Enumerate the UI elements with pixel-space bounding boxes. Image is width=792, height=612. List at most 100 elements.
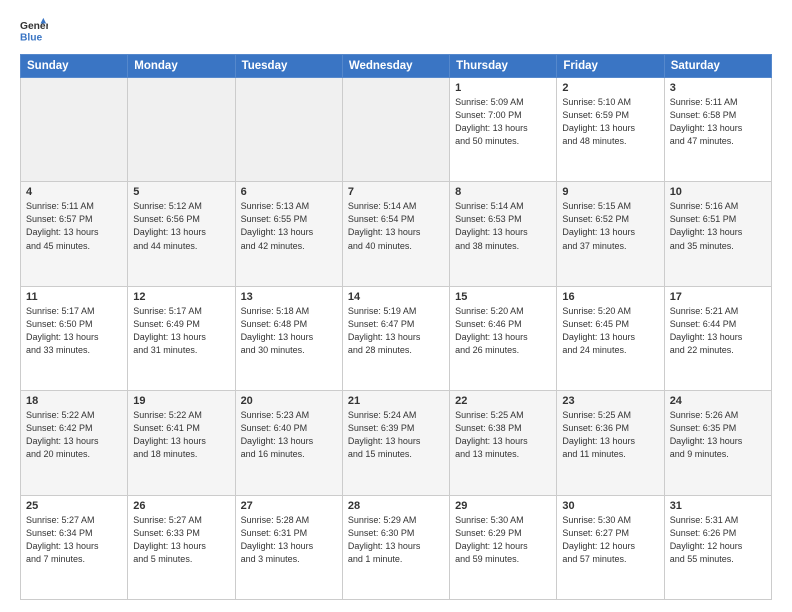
day-info: Sunrise: 5:11 AM Sunset: 6:57 PM Dayligh… bbox=[26, 200, 122, 252]
day-info: Sunrise: 5:10 AM Sunset: 6:59 PM Dayligh… bbox=[562, 96, 658, 148]
calendar-cell: 2 Sunrise: 5:10 AM Sunset: 6:59 PM Daylig… bbox=[557, 78, 664, 182]
day-info: Sunrise: 5:31 AM Sunset: 6:26 PM Dayligh… bbox=[670, 514, 766, 566]
day-number: 17 bbox=[670, 291, 766, 303]
calendar-cell: 26 Sunrise: 5:27 AM Sunset: 6:33 PM Dayli… bbox=[128, 495, 235, 599]
day-info: Sunrise: 5:15 AM Sunset: 6:52 PM Dayligh… bbox=[562, 200, 658, 252]
weekday-header-monday: Monday bbox=[128, 55, 235, 78]
day-info: Sunrise: 5:25 AM Sunset: 6:36 PM Dayligh… bbox=[562, 409, 658, 461]
day-info: Sunrise: 5:14 AM Sunset: 6:54 PM Dayligh… bbox=[348, 200, 444, 252]
day-number: 25 bbox=[26, 500, 122, 512]
calendar-cell: 16Sunrise: 5:20 AM Sunset: 6:45 PM Dayli… bbox=[557, 286, 664, 390]
calendar-cell bbox=[21, 78, 128, 182]
day-info: Sunrise: 5:18 AM Sunset: 6:48 PM Dayligh… bbox=[241, 305, 337, 357]
day-info: Sunrise: 5:27 AM Sunset: 6:34 PM Dayligh… bbox=[26, 514, 122, 566]
calendar-cell bbox=[342, 78, 449, 182]
calendar-week-2: 4 Sunrise: 5:11 AM Sunset: 6:57 PM Daylig… bbox=[21, 182, 772, 286]
logo-icon: General Blue bbox=[20, 16, 48, 44]
day-number: 16 bbox=[562, 291, 658, 303]
calendar-cell bbox=[128, 78, 235, 182]
day-number: 7 bbox=[348, 186, 444, 198]
day-info: Sunrise: 5:28 AM Sunset: 6:31 PM Dayligh… bbox=[241, 514, 337, 566]
day-number: 20 bbox=[241, 395, 337, 407]
day-info: Sunrise: 5:22 AM Sunset: 6:42 PM Dayligh… bbox=[26, 409, 122, 461]
calendar-cell: 3 Sunrise: 5:11 AM Sunset: 6:58 PM Daylig… bbox=[664, 78, 771, 182]
day-number: 6 bbox=[241, 186, 337, 198]
day-number: 13 bbox=[241, 291, 337, 303]
day-number: 22 bbox=[455, 395, 551, 407]
calendar-cell: 27 Sunrise: 5:28 AM Sunset: 6:31 PM Dayli… bbox=[235, 495, 342, 599]
day-info: Sunrise: 5:29 AM Sunset: 6:30 PM Dayligh… bbox=[348, 514, 444, 566]
day-number: 26 bbox=[133, 500, 229, 512]
calendar-week-4: 18 Sunrise: 5:22 AM Sunset: 6:42 PM Dayli… bbox=[21, 391, 772, 495]
day-number: 8 bbox=[455, 186, 551, 198]
day-number: 1 bbox=[455, 82, 551, 94]
calendar-table: SundayMondayTuesdayWednesdayThursdayFrid… bbox=[20, 54, 772, 600]
day-info: Sunrise: 5:17 AM Sunset: 6:49 PM Dayligh… bbox=[133, 305, 229, 357]
calendar-header-row: SundayMondayTuesdayWednesdayThursdayFrid… bbox=[21, 55, 772, 78]
calendar-cell: 22 Sunrise: 5:25 AM Sunset: 6:38 PM Dayli… bbox=[450, 391, 557, 495]
calendar-cell: 19 Sunrise: 5:22 AM Sunset: 6:41 PM Dayli… bbox=[128, 391, 235, 495]
day-number: 21 bbox=[348, 395, 444, 407]
calendar-cell: 7 Sunrise: 5:14 AM Sunset: 6:54 PM Daylig… bbox=[342, 182, 449, 286]
day-number: 3 bbox=[670, 82, 766, 94]
calendar-cell: 17 Sunrise: 5:21 AM Sunset: 6:44 PM Dayli… bbox=[664, 286, 771, 390]
day-info: Sunrise: 5:22 AM Sunset: 6:41 PM Dayligh… bbox=[133, 409, 229, 461]
calendar-cell: 28 Sunrise: 5:29 AM Sunset: 6:30 PM Dayli… bbox=[342, 495, 449, 599]
weekday-header-tuesday: Tuesday bbox=[235, 55, 342, 78]
calendar-cell: 20 Sunrise: 5:23 AM Sunset: 6:40 PM Dayli… bbox=[235, 391, 342, 495]
calendar-week-1: 1 Sunrise: 5:09 AM Sunset: 7:00 PM Daylig… bbox=[21, 78, 772, 182]
day-number: 2 bbox=[562, 82, 658, 94]
calendar-cell: 25 Sunrise: 5:27 AM Sunset: 6:34 PM Dayli… bbox=[21, 495, 128, 599]
day-number: 9 bbox=[562, 186, 658, 198]
calendar-cell: 8 Sunrise: 5:14 AM Sunset: 6:53 PM Daylig… bbox=[450, 182, 557, 286]
day-number: 27 bbox=[241, 500, 337, 512]
calendar-cell: 10 Sunrise: 5:16 AM Sunset: 6:51 PM Dayli… bbox=[664, 182, 771, 286]
calendar-cell: 13 Sunrise: 5:18 AM Sunset: 6:48 PM Dayli… bbox=[235, 286, 342, 390]
day-number: 19 bbox=[133, 395, 229, 407]
calendar-week-3: 11Sunrise: 5:17 AM Sunset: 6:50 PM Dayli… bbox=[21, 286, 772, 390]
calendar-week-5: 25 Sunrise: 5:27 AM Sunset: 6:34 PM Dayli… bbox=[21, 495, 772, 599]
day-info: Sunrise: 5:16 AM Sunset: 6:51 PM Dayligh… bbox=[670, 200, 766, 252]
weekday-header-thursday: Thursday bbox=[450, 55, 557, 78]
day-info: Sunrise: 5:09 AM Sunset: 7:00 PM Dayligh… bbox=[455, 96, 551, 148]
calendar-cell: 5Sunrise: 5:12 AM Sunset: 6:56 PM Daylig… bbox=[128, 182, 235, 286]
day-number: 31 bbox=[670, 500, 766, 512]
calendar-cell: 12 Sunrise: 5:17 AM Sunset: 6:49 PM Dayli… bbox=[128, 286, 235, 390]
day-info: Sunrise: 5:25 AM Sunset: 6:38 PM Dayligh… bbox=[455, 409, 551, 461]
calendar-cell: 1 Sunrise: 5:09 AM Sunset: 7:00 PM Daylig… bbox=[450, 78, 557, 182]
page: General Blue SundayMondayTuesdayWednesda… bbox=[0, 0, 792, 612]
day-number: 10 bbox=[670, 186, 766, 198]
calendar-cell: 15Sunrise: 5:20 AM Sunset: 6:46 PM Dayli… bbox=[450, 286, 557, 390]
day-info: Sunrise: 5:14 AM Sunset: 6:53 PM Dayligh… bbox=[455, 200, 551, 252]
day-info: Sunrise: 5:30 AM Sunset: 6:29 PM Dayligh… bbox=[455, 514, 551, 566]
header: General Blue bbox=[20, 16, 772, 44]
svg-text:Blue: Blue bbox=[20, 32, 43, 43]
weekday-header-sunday: Sunday bbox=[21, 55, 128, 78]
calendar-cell: 18 Sunrise: 5:22 AM Sunset: 6:42 PM Dayli… bbox=[21, 391, 128, 495]
calendar-cell: 6Sunrise: 5:13 AM Sunset: 6:55 PM Daylig… bbox=[235, 182, 342, 286]
weekday-header-friday: Friday bbox=[557, 55, 664, 78]
day-info: Sunrise: 5:30 AM Sunset: 6:27 PM Dayligh… bbox=[562, 514, 658, 566]
calendar-cell: 21 Sunrise: 5:24 AM Sunset: 6:39 PM Dayli… bbox=[342, 391, 449, 495]
day-info: Sunrise: 5:11 AM Sunset: 6:58 PM Dayligh… bbox=[670, 96, 766, 148]
day-number: 12 bbox=[133, 291, 229, 303]
calendar-cell: 31 Sunrise: 5:31 AM Sunset: 6:26 PM Dayli… bbox=[664, 495, 771, 599]
calendar-cell: 4 Sunrise: 5:11 AM Sunset: 6:57 PM Daylig… bbox=[21, 182, 128, 286]
calendar-cell bbox=[235, 78, 342, 182]
logo: General Blue bbox=[20, 16, 48, 44]
day-number: 30 bbox=[562, 500, 658, 512]
calendar-cell: 14Sunrise: 5:19 AM Sunset: 6:47 PM Dayli… bbox=[342, 286, 449, 390]
day-info: Sunrise: 5:26 AM Sunset: 6:35 PM Dayligh… bbox=[670, 409, 766, 461]
day-number: 28 bbox=[348, 500, 444, 512]
calendar-cell: 24Sunrise: 5:26 AM Sunset: 6:35 PM Dayli… bbox=[664, 391, 771, 495]
day-info: Sunrise: 5:17 AM Sunset: 6:50 PM Dayligh… bbox=[26, 305, 122, 357]
day-number: 4 bbox=[26, 186, 122, 198]
day-info: Sunrise: 5:20 AM Sunset: 6:46 PM Dayligh… bbox=[455, 305, 551, 357]
day-info: Sunrise: 5:24 AM Sunset: 6:39 PM Dayligh… bbox=[348, 409, 444, 461]
day-number: 23 bbox=[562, 395, 658, 407]
day-number: 18 bbox=[26, 395, 122, 407]
day-info: Sunrise: 5:23 AM Sunset: 6:40 PM Dayligh… bbox=[241, 409, 337, 461]
day-info: Sunrise: 5:27 AM Sunset: 6:33 PM Dayligh… bbox=[133, 514, 229, 566]
day-info: Sunrise: 5:21 AM Sunset: 6:44 PM Dayligh… bbox=[670, 305, 766, 357]
day-number: 14 bbox=[348, 291, 444, 303]
